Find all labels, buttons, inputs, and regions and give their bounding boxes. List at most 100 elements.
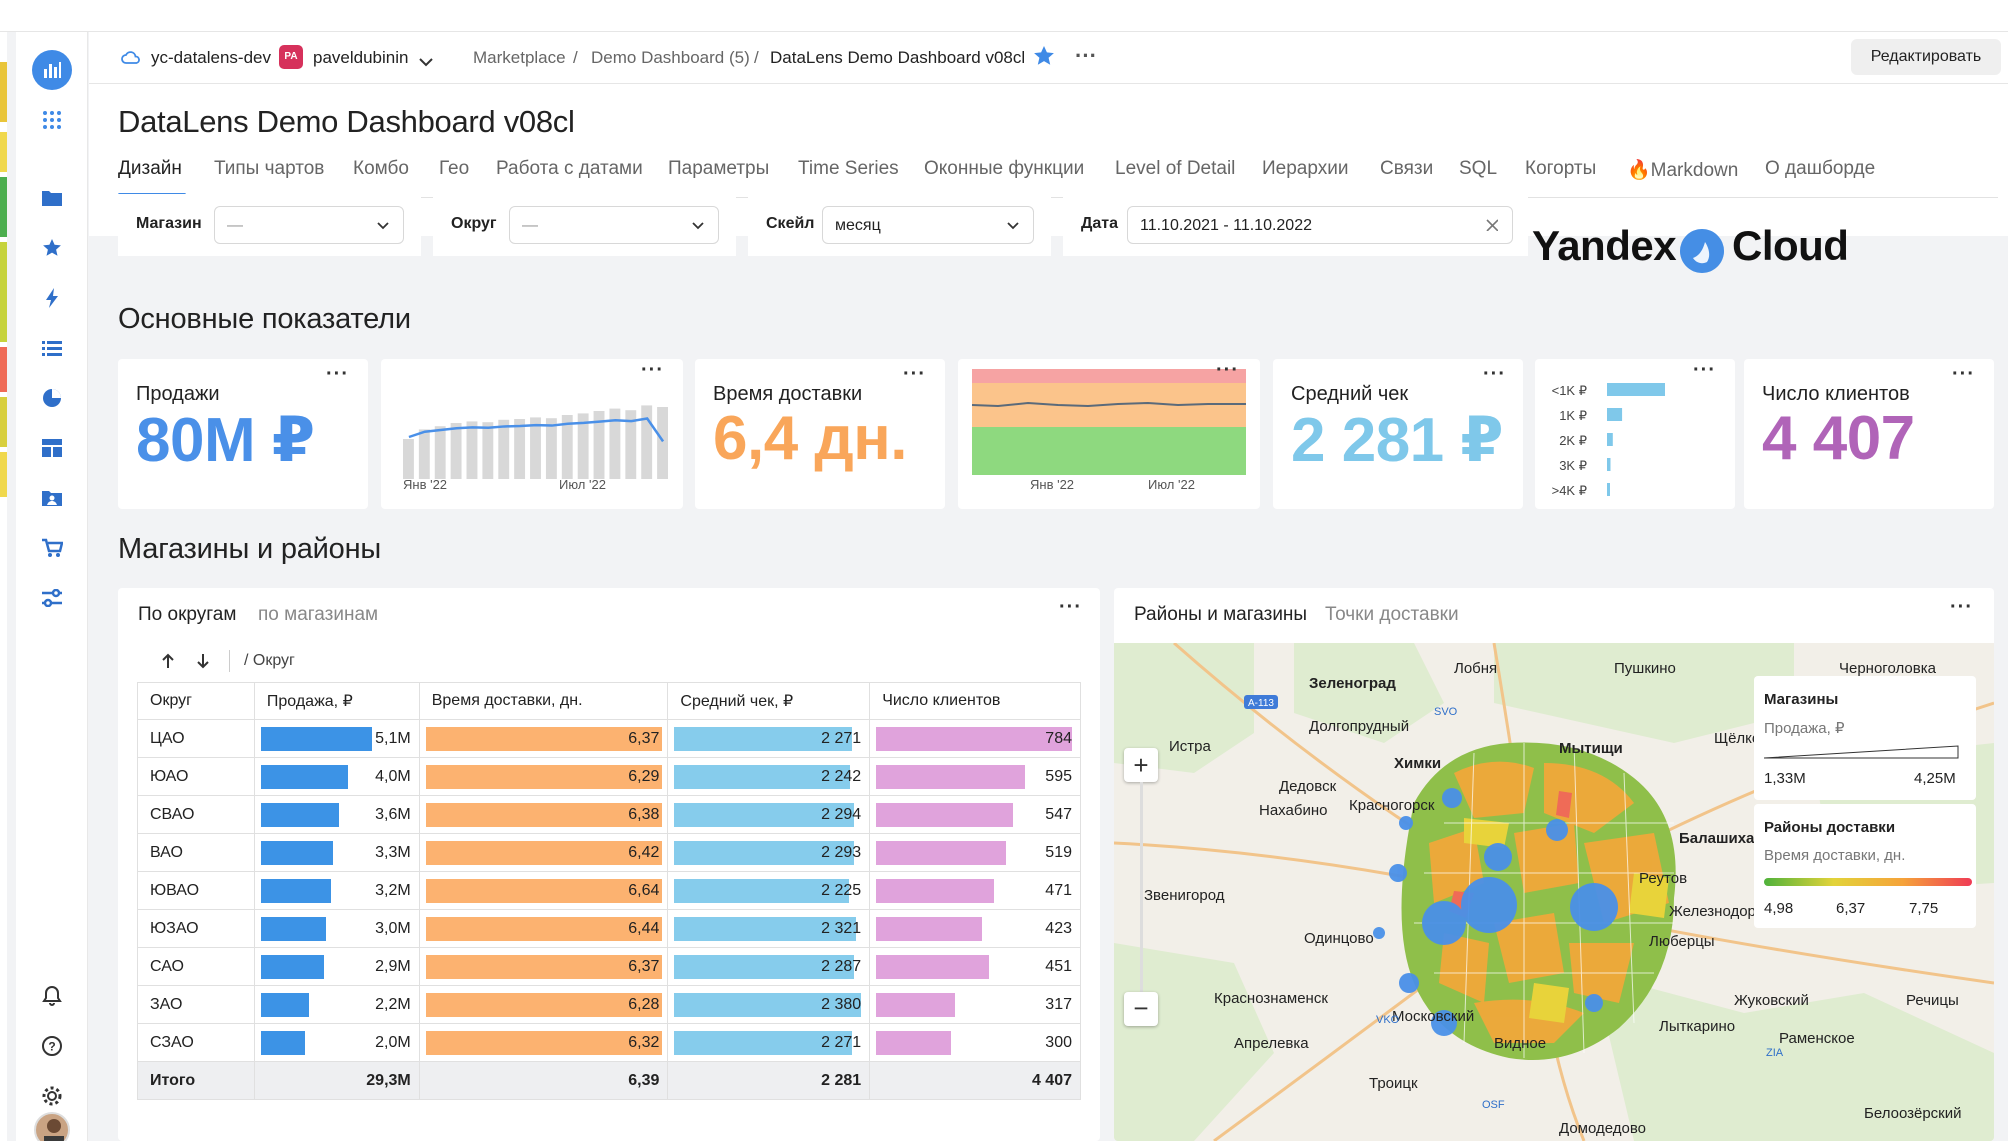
map-card: Районы и магазины Точки доставки ··· Зел… [1114, 588, 1994, 1141]
list-icon[interactable] [36, 332, 68, 364]
tab-markdown[interactable]: 🔥Markdown [1627, 158, 1738, 182]
folder-icon[interactable] [36, 182, 68, 214]
tab-sql[interactable]: SQL [1459, 158, 1497, 180]
tab-by-shop[interactable]: по магазинам [258, 604, 378, 626]
sales-bar [260, 841, 333, 865]
table-row[interactable]: ВАО 3,3M 6,42 2 293 519 [137, 833, 1081, 872]
lightning-icon[interactable] [36, 282, 68, 314]
more-menu-button[interactable]: ··· [1950, 597, 1973, 617]
column-header[interactable]: Округ [137, 682, 255, 720]
breadcrumb-marketplace[interactable]: Marketplace [473, 48, 566, 68]
more-menu-button[interactable]: ··· [903, 364, 926, 384]
breadcrumb-current: DataLens Demo Dashboard v08cl [770, 48, 1026, 67]
total-check-value: 2 281 [821, 1072, 862, 1089]
tab-parameters[interactable]: Параметры [668, 158, 769, 180]
column-header[interactable]: Число клиентов [869, 682, 1081, 720]
table-row[interactable]: СЗАО 2,0M 6,32 2 271 300 [137, 1023, 1081, 1062]
district-select[interactable]: — [509, 206, 719, 244]
tab-links[interactable]: Связи [1380, 158, 1433, 180]
zoom-in-button[interactable]: + [1124, 748, 1158, 782]
chevron-down-icon[interactable] [419, 52, 433, 72]
table-row[interactable]: СВАО 3,6M 6,38 2 294 547 [137, 795, 1081, 834]
grid-menu-icon[interactable] [36, 104, 68, 136]
table-row[interactable]: ЦАО 5,1M 6,37 2 271 784 [137, 719, 1081, 758]
pie-chart-icon[interactable] [36, 382, 68, 414]
cloud-name[interactable]: yc-datalens-dev [151, 48, 271, 68]
tab-time-series[interactable]: Time Series [798, 158, 899, 180]
cell-sales: 5,1M [253, 719, 420, 758]
shop-select[interactable]: — [214, 206, 404, 244]
layout-icon[interactable] [36, 432, 68, 464]
sliders-icon[interactable] [36, 582, 68, 614]
edit-button[interactable]: Редактировать [1851, 39, 2001, 75]
date-range-input[interactable]: 11.10.2021 - 11.10.2022 [1127, 206, 1513, 244]
cell-district: САО [137, 947, 255, 986]
table-row[interactable]: ЮВАО 3,2M 6,64 2 225 471 [137, 871, 1081, 910]
tab-hierarchies[interactable]: Иерархии [1262, 158, 1348, 180]
more-menu-button[interactable]: ··· [1059, 597, 1082, 617]
scale-select[interactable]: месяц [822, 206, 1034, 244]
zoom-slider[interactable] [1140, 782, 1143, 992]
help-icon[interactable]: ? [36, 1030, 68, 1062]
tab-about[interactable]: О дашборде [1765, 158, 1875, 180]
tab-by-district[interactable]: По округам [138, 604, 236, 626]
more-menu-button[interactable]: ··· [1483, 364, 1506, 384]
map-place-label: Лыткарино [1659, 1018, 1735, 1035]
tab-cohorts[interactable]: Когорты [1525, 158, 1596, 180]
cell-district: ЦАО [137, 719, 255, 758]
column-header[interactable]: Средний чек, ₽ [667, 682, 871, 720]
sales-bar [260, 765, 348, 789]
dashboards-icon[interactable] [32, 50, 72, 90]
more-menu-button[interactable]: ··· [1693, 360, 1716, 380]
clients-bar [876, 803, 1014, 827]
tab-chart-types[interactable]: Типы чартов [214, 158, 324, 180]
sort-down-icon[interactable] [196, 652, 210, 675]
tab-window-functions[interactable]: Оконные функции [924, 158, 1084, 180]
tab-geo[interactable]: Гео [439, 158, 469, 180]
tab-design[interactable]: Дизайн [118, 158, 186, 196]
sort-up-icon[interactable] [161, 652, 175, 675]
cart-icon[interactable] [36, 532, 68, 564]
total-label-text: Итого [150, 1071, 196, 1089]
table-row[interactable]: САО 2,9M 6,37 2 287 451 [137, 947, 1081, 986]
filter-scale: Скейл месяц [748, 194, 1051, 256]
table-row[interactable]: ЮАО 4,0M 6,29 2 242 595 [137, 757, 1081, 796]
district-name: ЮВАО [150, 881, 200, 899]
star-filled-icon[interactable] [1033, 45, 1055, 72]
column-header[interactable]: Время доставки, дн. [418, 682, 669, 720]
district-name: ЮЗАО [150, 919, 199, 937]
axis-tick-jan: Янв '22 [403, 477, 447, 492]
more-menu-button[interactable]: ··· [1216, 360, 1239, 380]
gear-icon[interactable] [36, 1080, 68, 1112]
more-menu-button[interactable]: ··· [1075, 43, 1097, 69]
breadcrumb-separator: / [754, 48, 759, 67]
cell-check: 2 242 [667, 757, 871, 796]
district-name: ЗАО [150, 995, 183, 1013]
tab-areas-shops[interactable]: Районы и магазины [1134, 604, 1307, 626]
zoom-out-button[interactable]: − [1124, 992, 1158, 1026]
more-menu-button[interactable]: ··· [1952, 364, 1975, 384]
tab-dates[interactable]: Работа с датами [496, 158, 643, 180]
bell-icon[interactable] [36, 980, 68, 1012]
cell-sales: 3,2M [253, 871, 420, 910]
user-name[interactable]: paveldubinin [313, 48, 408, 68]
breadcrumb-demo-dashboard[interactable]: Demo Dashboard (5) [591, 48, 750, 68]
tab-level-of-detail[interactable]: Level of Detail [1115, 158, 1235, 180]
avatar[interactable] [34, 1112, 70, 1141]
top-header: yc-datalens-dev PA paveldubinin Marketpl… [89, 32, 2008, 84]
delivery-bar [425, 765, 662, 789]
sales-value: 3,2M [375, 882, 411, 899]
folder-person-icon[interactable] [36, 482, 68, 514]
district-name: ВАО [150, 843, 183, 861]
cell-sales: 3,3M [253, 833, 420, 872]
tab-combo[interactable]: Комбо [353, 158, 409, 180]
table-row[interactable]: ЗАО 2,2M 6,28 2 380 317 [137, 985, 1081, 1024]
star-icon[interactable] [36, 232, 68, 264]
table-row[interactable]: ЮЗАО 3,0M 6,44 2 321 423 [137, 909, 1081, 948]
more-menu-button[interactable]: ··· [326, 364, 349, 384]
color-strip [0, 32, 7, 1141]
column-header[interactable]: Продажа, ₽ [253, 682, 420, 720]
tab-delivery-points[interactable]: Точки доставки [1325, 604, 1459, 626]
cell-sales: 3,6M [253, 795, 420, 834]
close-icon[interactable] [1486, 219, 1498, 231]
